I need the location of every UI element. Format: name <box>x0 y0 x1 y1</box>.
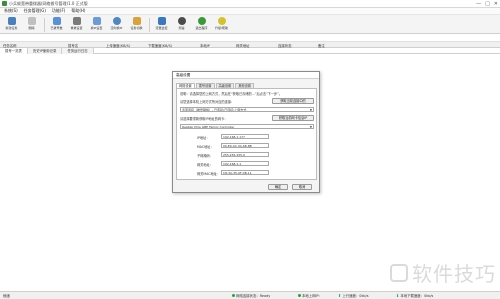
redial-settings-icon <box>72 17 81 25</box>
dial-count-button[interactable]: 已拨号数 <box>47 16 66 33</box>
status-dot-icon <box>232 294 235 297</box>
mac-label: MAC地址： <box>197 145 214 149</box>
toolbar: 新建任务 删除 已拨号数 重拨设置 换IP设置 定时换IP 任务切换 流量监控 … <box>0 15 500 34</box>
ok-button[interactable]: 确定 <box>268 184 288 190</box>
window-title: 小兵蚁宽带重拨器(网络拨号管理)1.0 正式版 <box>9 0 88 6</box>
table-header: 任务名称 拨号名 上传速度(KB/S) 下载速度(KB/S) 本地IP 网关地址… <box>0 41 500 48</box>
timer-icon <box>112 17 121 25</box>
watermark-logo-icon <box>390 263 408 282</box>
adapter-section-label: 请选择要重新获取IP地址的网卡： <box>180 117 228 121</box>
chevron-down-icon: ▼ <box>309 108 312 112</box>
help-icon <box>217 17 226 25</box>
menu-system[interactable]: 系统(S) <box>4 8 18 14</box>
mac-field[interactable]: 00-E0-4C-3A-68-8B <box>221 143 269 148</box>
redial-settings-button[interactable]: 重拨设置 <box>67 16 86 33</box>
settings-dialog: 高级设置 网络设置 拨号设置 高级设置 其他设置 说明：请选择您的上网方式，然后… <box>172 71 320 193</box>
get-connection-button[interactable]: 获取当前连接中的 <box>272 98 314 104</box>
speed-test-button[interactable]: 测速 <box>172 16 191 33</box>
new-task-button[interactable]: 新建任务 <box>2 16 21 33</box>
window-controls: — □ ✕ <box>476 1 498 7</box>
gateway-field[interactable]: 192.168.1.1 <box>221 161 269 166</box>
subnet-field[interactable]: 255.255.255.0 <box>221 152 269 157</box>
dialog-panel: 说明：请选择您的上网方式，然后在“获取已存储的...”后点击“下一步”。 请您选… <box>176 88 317 180</box>
adapter-select[interactable]: Realtek PCIe GBE Family Controller ▼ <box>180 124 314 129</box>
menu-bar: 系统(S) 任务管理(G) 功能(F) 帮助(H) <box>0 8 500 15</box>
watermark: 软件技巧 <box>390 258 496 287</box>
speed-icon <box>177 17 186 25</box>
monitor-icon <box>157 17 166 25</box>
delete-button[interactable]: 删除 <box>22 16 41 33</box>
gateway-mac-label: 网关MAC地址： <box>197 172 221 176</box>
status-download: ⬇ 本地下载速度：0kb/s <box>396 293 434 298</box>
menu-task-manage[interactable]: 任务管理(G) <box>24 8 46 14</box>
delete-icon <box>27 17 36 25</box>
new-task-icon <box>7 17 16 25</box>
menu-help[interactable]: 帮助(H) <box>71 8 85 14</box>
change-ip-button[interactable]: 换IP设置 <box>87 16 106 33</box>
change-ip-icon <box>92 17 101 25</box>
gateway-mac-field[interactable]: C8-3A-35-9F-0B-11 <box>221 170 269 175</box>
get-adapter-button[interactable]: 获取当前网卡信息IP <box>272 115 314 121</box>
watermark-text: 软件技巧 <box>412 262 496 286</box>
toolbar-separator <box>44 18 45 32</box>
minimize-button[interactable]: — <box>476 1 481 7</box>
ip-field[interactable]: 192.168.1.177 <box>221 134 269 139</box>
dialog-title: 高级设置 <box>173 72 319 79</box>
connection-section-label: 请您选择本机上网方式所对应的连接： <box>180 100 235 104</box>
timer-button[interactable]: 定时换IP <box>107 16 126 33</box>
download-arrow-icon: ⬇ <box>396 293 400 298</box>
exit-button[interactable]: 退出程序 <box>192 16 211 33</box>
maximize-button[interactable]: □ <box>485 1 490 7</box>
connection-select[interactable]: 宽带连接（拨号网络）- 已连接(已连接)上网方式 ▼ <box>180 107 314 112</box>
subnet-label: 子网掩码： <box>197 154 213 158</box>
cancel-button[interactable]: 取消 <box>292 184 312 190</box>
toolbar-separator <box>149 18 150 32</box>
status-local-ip: 本地上网IP： <box>298 293 322 298</box>
status-dot-icon <box>298 294 301 297</box>
status-ready: 就绪 <box>3 294 10 298</box>
menu-function[interactable]: 功能(F) <box>52 8 65 14</box>
dialog-note: 说明：请选择您的上网方式，然后在“获取已存储的...”后点击“下一步”。 <box>180 92 283 96</box>
title-bar: 小兵蚁宽带重拨器(网络拨号管理)1.0 正式版 — □ ✕ <box>0 0 500 8</box>
switch-icon <box>132 17 141 25</box>
upload-arrow-icon: ⬆ <box>338 293 342 298</box>
dial-count-icon <box>52 17 61 25</box>
exit-icon <box>197 17 206 25</box>
status-upload: ⬆ 上行速度：0kb/s <box>338 293 369 298</box>
ip-label: IP地址： <box>197 136 210 140</box>
monitor-button[interactable]: 流量监控 <box>152 16 171 33</box>
app-logo-icon <box>2 1 7 6</box>
switch-task-button[interactable]: 任务切换 <box>127 16 146 33</box>
status-bar: 就绪 网络连接状态：Ready 本地上网IP： ⬆ 上行速度：0kb/s ⬇ 本地下… <box>0 291 500 299</box>
status-network: 网络连接状态：Ready <box>232 293 270 298</box>
help-button[interactable]: 升级/帮助 <box>212 16 231 33</box>
chevron-down-icon: ▼ <box>309 125 312 129</box>
gateway-label: 网关地址： <box>197 163 213 167</box>
close-button[interactable]: ✕ <box>494 1 498 7</box>
